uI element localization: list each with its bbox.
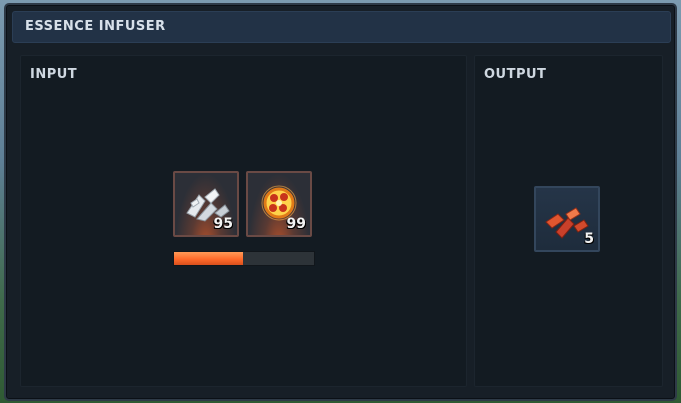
progress-fill bbox=[174, 252, 243, 265]
infusion-progress-bar bbox=[173, 251, 315, 266]
output-slot-1[interactable]: 5 bbox=[534, 186, 600, 252]
window-title: ESSENCE INFUSER bbox=[25, 19, 166, 34]
essence-infuser-window: ESSENCE INFUSER INPUT OUTPUT 95 99 5 bbox=[4, 3, 677, 401]
window-titlebar[interactable]: ESSENCE INFUSER bbox=[12, 11, 671, 43]
slot-count: 99 bbox=[286, 216, 306, 232]
input-slot-2[interactable]: 99 bbox=[246, 171, 312, 237]
input-panel-label: INPUT bbox=[30, 67, 78, 82]
slot-count: 5 bbox=[584, 231, 594, 247]
slot-count: 95 bbox=[213, 216, 233, 232]
input-panel: INPUT bbox=[20, 55, 467, 387]
output-panel-label: OUTPUT bbox=[484, 67, 547, 82]
input-slot-1[interactable]: 95 bbox=[173, 171, 239, 237]
